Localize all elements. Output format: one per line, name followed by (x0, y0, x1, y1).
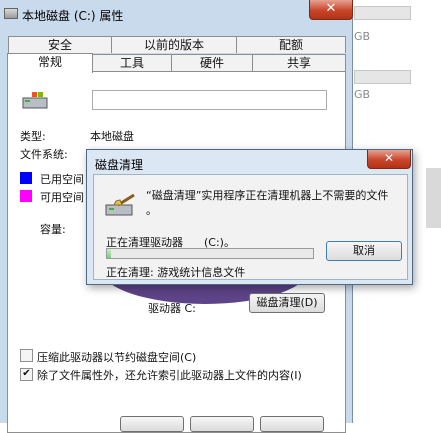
dialog-message-line2: 。 (146, 204, 157, 217)
title-bar[interactable]: 本地磁盘 (C:) 属性 ✕ (0, 0, 353, 28)
window-title: 本地磁盘 (C:) 属性 (22, 9, 124, 23)
dialog-message-line1: “磁盘清理”实用程序正在清理机器上不需要的文件 (146, 189, 389, 202)
index-checkbox[interactable]: ✔ (20, 368, 33, 381)
free-space-label: 可用空间 (40, 191, 84, 204)
used-space-swatch (20, 172, 32, 184)
index-label: 除了文件属性外，还允许索引此驱动器上文件的内容(I) (37, 369, 302, 382)
disk-cleanup-dialog: 磁盘清理 ✕ “磁盘清理”实用程序正在清理机器上不需要的文件 。 正在清理驱动器… (86, 149, 413, 285)
dialog-title: 磁盘清理 (95, 158, 144, 172)
type-value: 本地磁盘 (90, 130, 134, 143)
tab-quota[interactable]: 配额 (236, 36, 346, 53)
bg-size-label-2: GB (354, 88, 371, 101)
hard-drive-icon (22, 92, 48, 109)
tab-tools[interactable]: 工具 (92, 54, 172, 71)
progress-fill (107, 249, 111, 258)
tab-previous-versions[interactable]: 以前的版本 (111, 36, 237, 53)
tab-general[interactable]: 常规 (7, 53, 93, 73)
drive-icon (4, 8, 18, 19)
dialog-body: “磁盘清理”实用程序正在清理机器上不需要的文件 。 正在清理驱动器 (C:)。 … (93, 174, 408, 280)
tab-security[interactable]: 安全 (8, 36, 112, 53)
apply-button[interactable] (260, 416, 324, 432)
cancel-button[interactable]: 取消 (326, 241, 402, 261)
cleanup-progress-bar (106, 248, 314, 259)
free-space-swatch (20, 190, 32, 202)
dialog-close-button[interactable]: ✕ (367, 150, 411, 169)
compress-checkbox[interactable] (20, 349, 33, 362)
bg-size-label-1: GB (354, 30, 371, 43)
close-button[interactable]: ✕ (309, 0, 353, 20)
capacity-label: 容量: (40, 223, 66, 236)
ok-button[interactable] (120, 416, 184, 432)
filesystem-label: 文件系统: (20, 148, 68, 161)
bg-drive-bar-1 (354, 6, 411, 20)
disk-cleanup-button[interactable]: 磁盘清理(D) (249, 293, 325, 313)
used-space-label: 已用空间 (40, 173, 84, 186)
cleanup-broom-icon (105, 193, 135, 216)
cancel-button-props[interactable] (190, 416, 254, 432)
bg-drive-bar-2 (354, 70, 411, 84)
compress-label: 压缩此驱动器以节约磁盘空间(C) (37, 351, 197, 364)
bg-drive-icon (426, 168, 441, 228)
current-item: 正在清理: 游戏统计信息文件 (106, 266, 246, 279)
type-label: 类型: (20, 130, 46, 143)
drive-letter-label: 驱动器 C: (148, 302, 196, 315)
volume-label-input[interactable] (92, 90, 327, 110)
tab-sharing[interactable]: 共享 (252, 54, 346, 71)
tab-hardware[interactable]: 硬件 (171, 54, 253, 71)
